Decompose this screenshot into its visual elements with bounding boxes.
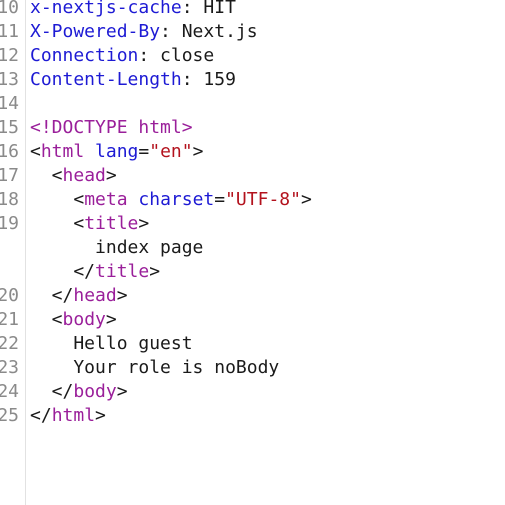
line-number: 24 — [0, 381, 19, 402]
line-number: 17 — [0, 165, 19, 186]
line-code: Your role is noBody — [30, 356, 279, 380]
code-token: </ — [30, 285, 74, 306]
line-code: <body> — [30, 308, 117, 332]
code-token: = — [214, 189, 226, 210]
code-token: = — [138, 141, 150, 162]
code-token: > — [116, 381, 128, 402]
line-number: 22 — [0, 333, 19, 354]
line-code: X-Powered-By: Next.js — [30, 20, 258, 44]
line-number: 25 — [0, 405, 19, 426]
code-token: > — [116, 285, 128, 306]
code-token: > — [300, 189, 312, 210]
code-token: <!DOCTYPE html> — [30, 117, 193, 138]
code-token: body — [73, 381, 117, 402]
code-token: < — [30, 309, 63, 330]
gutter-divider — [25, 0, 26, 505]
line-number: 20 — [0, 285, 19, 306]
line-code: <meta charset="UTF-8"> — [30, 188, 312, 212]
code-token: > — [95, 405, 106, 426]
code-token: < — [30, 189, 85, 210]
code-token: title — [95, 261, 150, 282]
code-token: title — [84, 213, 139, 234]
line-number: 16 — [0, 141, 19, 162]
code-token: X-Powered-By — [30, 21, 161, 42]
line-code: <title> — [30, 212, 149, 236]
code-token: : Next.js — [160, 21, 258, 42]
line-code: index page — [30, 236, 203, 260]
code-token: </ — [30, 381, 74, 402]
code-token: lang — [95, 141, 139, 162]
code-token: Connection — [30, 45, 139, 66]
code-token: : close — [138, 45, 215, 66]
code-token: Content-Length — [30, 69, 182, 90]
code-token: index page — [30, 237, 204, 258]
code-token: > — [105, 165, 117, 186]
line-number: 15 — [0, 117, 19, 138]
line-number: 18 — [0, 189, 19, 210]
code-token: x-nextjs-cache — [30, 0, 182, 18]
line-code: <head> — [30, 164, 117, 188]
line-number: 13 — [0, 69, 19, 90]
line-number: 21 — [0, 309, 19, 330]
line-number: 23 — [0, 357, 19, 378]
line-number: 11 — [0, 21, 19, 42]
response-viewer[interactable]: 10 x-nextjs-cache: HIT 11 X-Powered-By: Nex… — [0, 0, 505, 505]
code-token: < — [30, 213, 85, 234]
code-token: < — [30, 141, 41, 162]
code-token: html — [40, 141, 85, 162]
line-code: Hello guest — [30, 332, 193, 356]
code-token: : 159 — [181, 69, 236, 90]
code-token: > — [149, 261, 161, 282]
code-token: head — [62, 165, 106, 186]
line-code: <!DOCTYPE html> — [30, 116, 193, 140]
code-token: > — [105, 309, 117, 330]
code-token: < — [30, 165, 63, 186]
code-token: head — [73, 285, 117, 306]
code-token: html — [51, 405, 96, 426]
line-code: </html> — [30, 404, 106, 428]
line-number: 14 — [0, 93, 19, 114]
line-code: </title> — [30, 260, 160, 284]
line-number: 10 — [0, 0, 19, 18]
code-token: "en" — [149, 141, 193, 162]
code-token: charset — [138, 189, 215, 210]
code-token: > — [138, 213, 150, 234]
code-token: > — [192, 141, 204, 162]
code-token: Your role is noBody — [30, 357, 280, 378]
code-token: meta — [84, 189, 128, 210]
line-code: <html lang="en"> — [30, 140, 203, 164]
line-number: 19 — [0, 213, 19, 234]
code-token: body — [62, 309, 106, 330]
code-token: </ — [30, 405, 52, 426]
line-code: Content-Length: 159 — [30, 68, 236, 92]
line-code: Connection: close — [30, 44, 214, 68]
line-code: x-nextjs-cache: HIT — [30, 0, 236, 20]
code-token: "UTF-8" — [225, 189, 301, 210]
line-code: </body> — [30, 380, 128, 404]
line-code: </head> — [30, 284, 128, 308]
code-token: Hello guest — [30, 333, 193, 354]
code-token: </ — [30, 261, 96, 282]
code-token: : HIT — [181, 0, 236, 18]
line-number: 12 — [0, 45, 19, 66]
